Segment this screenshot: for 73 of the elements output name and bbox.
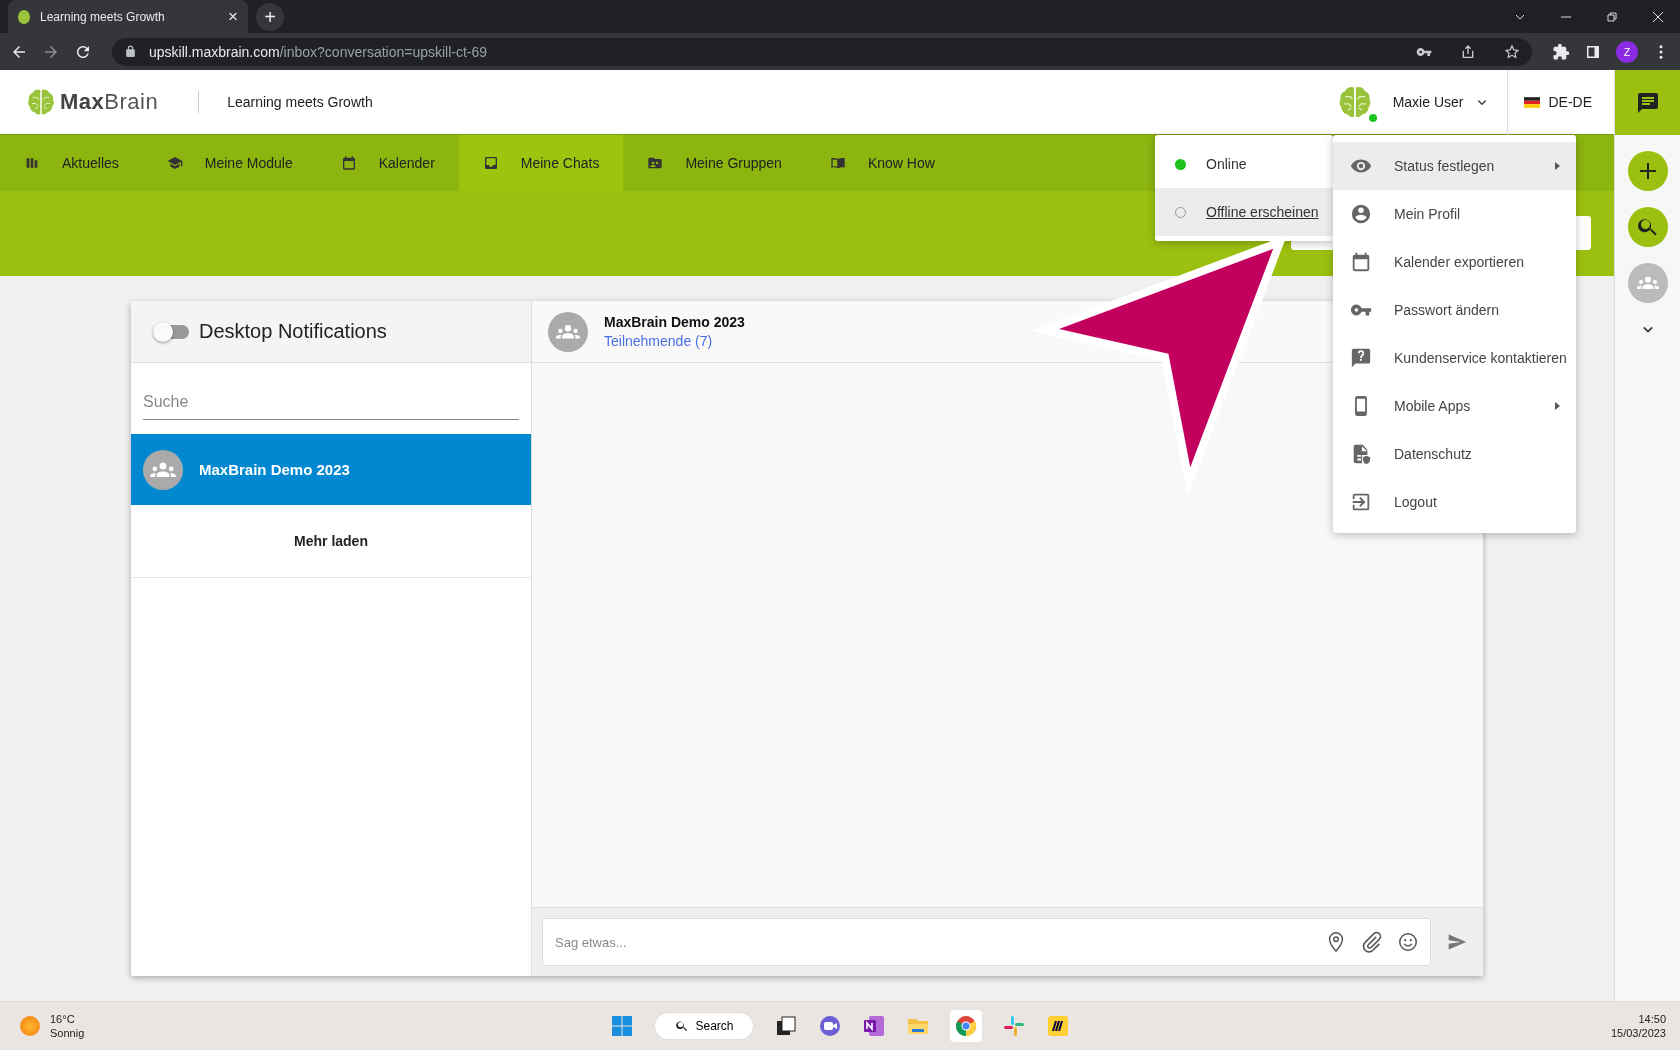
conversation-title: MaxBrain Demo 2023 [604, 314, 745, 330]
new-tab-button[interactable]: + [256, 3, 284, 31]
puzzle-icon[interactable] [1552, 42, 1570, 61]
browser-tab[interactable]: Learning meets Growth × [8, 0, 248, 33]
inbox-icon [482, 155, 499, 171]
clock-time: 14:50 [1638, 1013, 1666, 1025]
menu-item[interactable]: Kalender exportieren [1333, 238, 1576, 286]
online-dot-icon [1175, 158, 1186, 170]
menu-item[interactable]: Kundenservice kontaktieren [1333, 334, 1576, 382]
start-icon[interactable] [610, 1014, 635, 1038]
notifications-toggle[interactable] [155, 324, 189, 339]
user-name[interactable]: Maxie User [1392, 94, 1464, 110]
video-chat-icon[interactable] [818, 1014, 843, 1038]
tagline: Learning meets Growth [227, 94, 373, 110]
message-field[interactable]: Sag etwas... [542, 918, 1431, 966]
tab-title: Learning meets Growth [40, 9, 166, 24]
menu-item[interactable]: Datenschutz [1333, 430, 1576, 478]
calendar-icon [340, 155, 357, 171]
menu-item[interactable]: Mobile Apps [1333, 382, 1576, 430]
conversation-item[interactable]: MaxBrain Demo 2023 [131, 434, 531, 505]
account-icon [1350, 203, 1372, 225]
lock-icon [124, 45, 137, 58]
group-folder-icon [647, 155, 664, 171]
close-tab-button[interactable]: × [228, 6, 238, 27]
add-button[interactable] [1627, 151, 1668, 191]
board-app-icon[interactable] [1046, 1014, 1071, 1038]
exit-icon [1350, 491, 1372, 513]
menu-item[interactable]: Logout [1333, 478, 1576, 526]
menu-item[interactable]: Mein Profil [1333, 190, 1576, 238]
star-icon[interactable] [1504, 43, 1520, 60]
nav-tab[interactable]: Meine Chats [458, 135, 624, 191]
smiley-icon[interactable] [1397, 931, 1419, 953]
load-more-button[interactable]: Mehr laden [286, 525, 376, 557]
chat-icon [1635, 90, 1660, 115]
url-text: upskill.maxbrain.com/inbox?conversation=upskill-ct-69 [149, 43, 488, 60]
search-button[interactable] [1627, 207, 1668, 247]
chat-button[interactable] [1615, 70, 1680, 135]
share-icon[interactable] [1460, 43, 1476, 60]
paperclip-icon[interactable] [1361, 931, 1383, 953]
menu-item[interactable]: Status festlegen [1333, 142, 1576, 190]
calendar-icon [1350, 251, 1372, 273]
participants-link[interactable]: Teilnehmende (7) [604, 333, 745, 349]
taskbar-search[interactable]: Search [654, 1012, 755, 1040]
nav-tab[interactable]: Meine Module [142, 135, 317, 191]
nav-tab[interactable]: Meine Gruppen [623, 135, 806, 191]
nav-tab[interactable]: Kalender [316, 135, 459, 191]
panel-title: Desktop Notifications [199, 320, 387, 343]
task-view-icon[interactable] [774, 1014, 799, 1038]
close-icon[interactable] [1652, 11, 1664, 23]
language-selector[interactable]: DE-DE [1548, 94, 1592, 110]
sun-icon [20, 1016, 40, 1036]
nav-tab[interactable]: Know How [805, 135, 959, 191]
notebook-app-icon[interactable] [862, 1014, 887, 1038]
clock-date: 15/03/2023 [1610, 1027, 1666, 1039]
logo-text: MaxBrain [60, 89, 159, 115]
graduation-cap-icon [166, 155, 183, 171]
menu-item[interactable]: Passwort ändern [1333, 286, 1576, 334]
profile-avatar[interactable]: Z [1616, 40, 1638, 63]
weather-text: Sonnig [50, 1027, 85, 1039]
temperature: 16°C [50, 1013, 76, 1025]
nav-tab[interactable]: Aktuelles [0, 135, 143, 191]
status-option[interactable]: Offline erscheinen [1155, 188, 1333, 236]
send-icon[interactable] [1447, 932, 1467, 952]
restore-icon[interactable] [1606, 11, 1618, 23]
search-icon [675, 1019, 690, 1033]
book-icon [829, 155, 846, 171]
help-chat-icon [1350, 347, 1372, 369]
flag-icon [1524, 96, 1541, 108]
hashtag-app-icon[interactable] [1002, 1014, 1027, 1038]
status-option[interactable]: Online [1155, 140, 1333, 188]
library-icon [24, 155, 40, 171]
browser-icon[interactable] [950, 1010, 983, 1042]
address-bar[interactable]: upskill.maxbrain.com/inbox?conversation=upskill-ct-69 [112, 37, 1532, 66]
